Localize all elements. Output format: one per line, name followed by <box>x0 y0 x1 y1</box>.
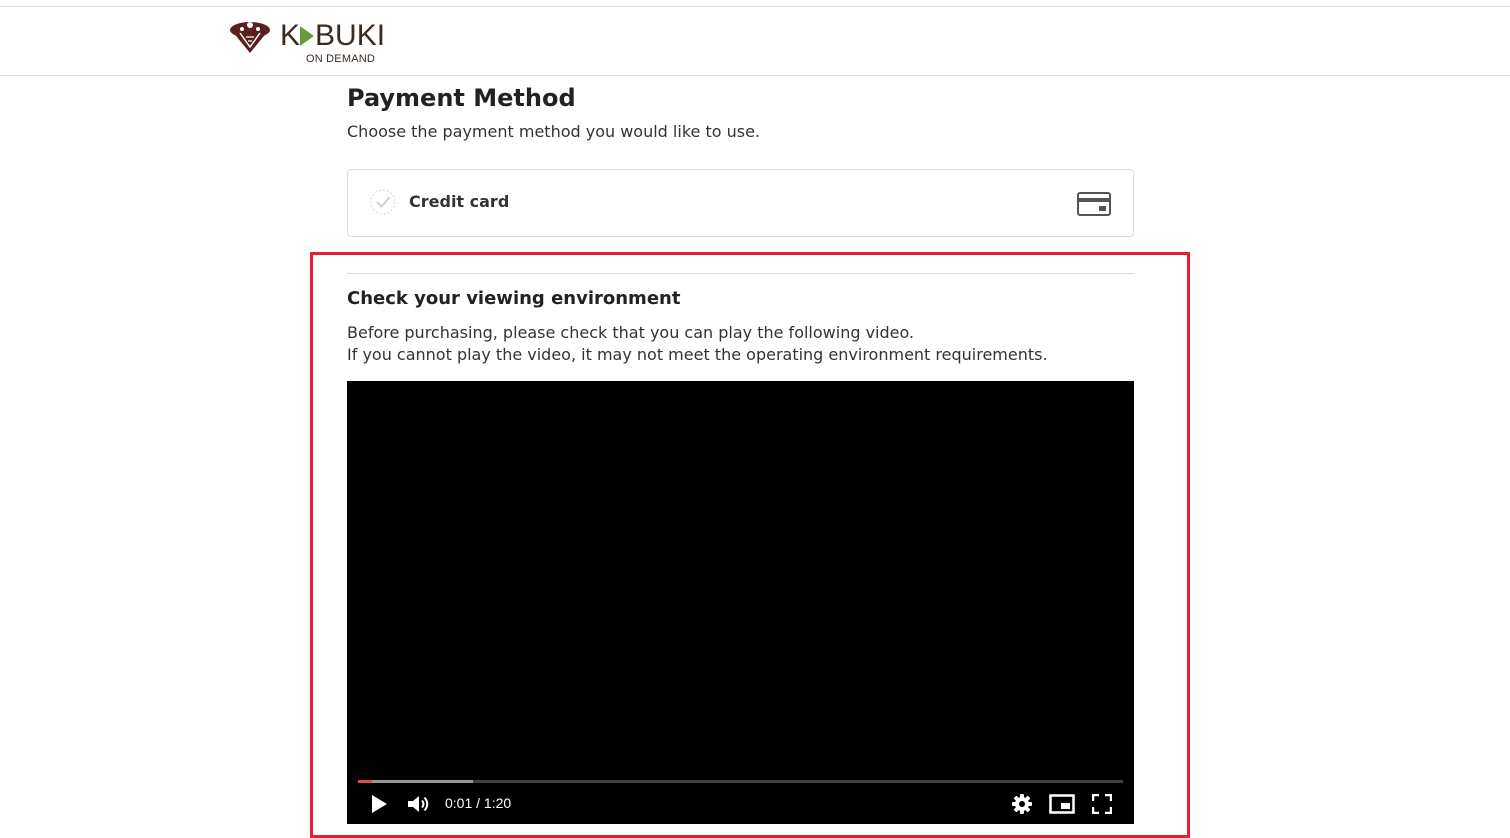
credit-card-icon <box>1077 192 1111 216</box>
site-header: K BUKI ON DEMAND <box>0 7 1510 76</box>
logo-wordmark: K BUKI <box>280 19 385 53</box>
logo-letter-k: K <box>280 19 301 52</box>
unselected-check-icon[interactable] <box>370 189 396 215</box>
logo-letters-buki: BUKI <box>315 19 386 52</box>
logo-subtitle: ON DEMAND <box>306 53 376 65</box>
browser-top-edge <box>0 0 1510 7</box>
payment-option-credit-card[interactable]: Credit card <box>347 169 1134 237</box>
logo-play-arrow-icon <box>300 25 315 46</box>
kabuki-crest-icon <box>230 22 270 53</box>
page-title: Payment Method <box>347 84 576 112</box>
payment-option-label: Credit card <box>409 192 510 211</box>
kabuki-on-demand-logo[interactable]: K BUKI ON DEMAND <box>226 17 406 69</box>
page-subtitle: Choose the payment method you would like… <box>347 122 760 141</box>
viewing-check-highlight-frame <box>310 252 1190 838</box>
